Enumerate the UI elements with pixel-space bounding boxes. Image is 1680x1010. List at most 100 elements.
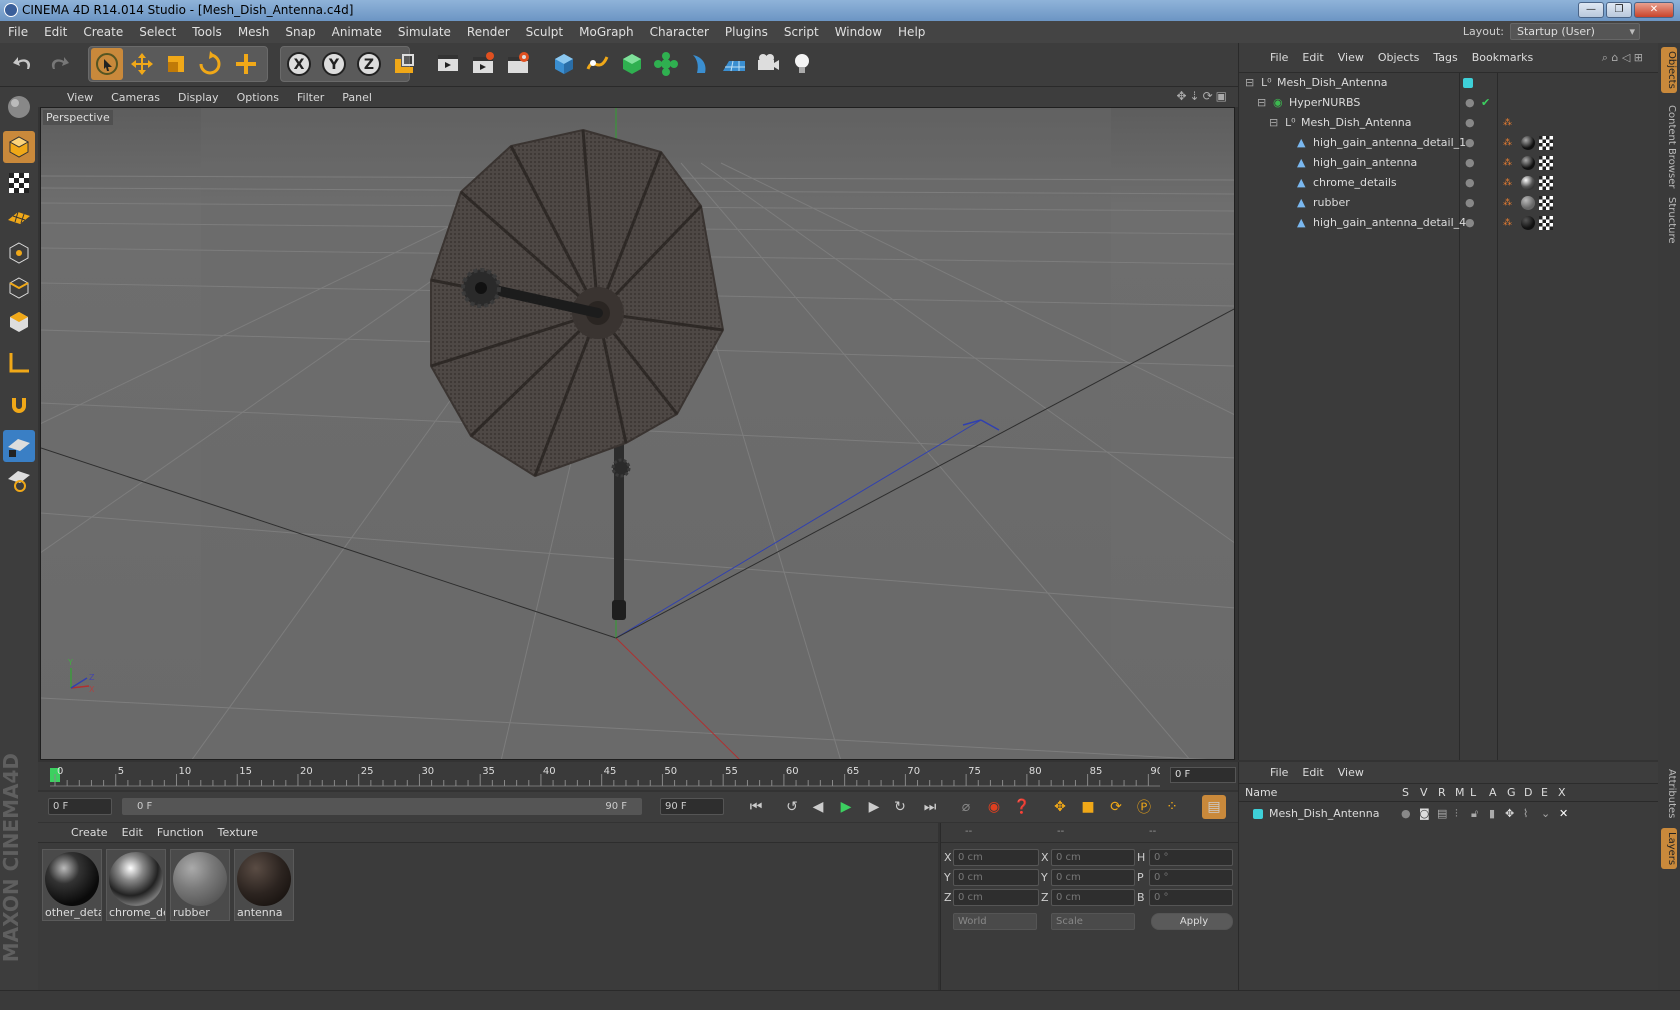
coordinate-system-icon[interactable] xyxy=(388,48,420,80)
y-axis-lock-button[interactable]: Y xyxy=(318,48,350,80)
polygons-mode-icon[interactable] xyxy=(3,306,35,338)
position-y-field[interactable]: 0 cm xyxy=(953,869,1039,886)
next-frame-icon[interactable]: ▶ xyxy=(862,795,886,819)
tab-structure[interactable]: Structure xyxy=(1661,193,1677,248)
menu-snap[interactable]: Snap xyxy=(277,25,323,39)
light-icon[interactable] xyxy=(786,48,818,80)
key-scale-icon[interactable]: ■ xyxy=(1076,795,1100,819)
visibility-dot-icon[interactable]: ● xyxy=(1465,133,1475,153)
phong-tag-icon[interactable]: ⁂ xyxy=(1503,213,1512,233)
object-menu-file[interactable]: File xyxy=(1263,51,1295,64)
close-button[interactable]: ✕ xyxy=(1634,2,1674,18)
go-to-end-icon[interactable]: ⏭ xyxy=(918,795,942,819)
render-picture-viewer-icon[interactable] xyxy=(467,48,499,80)
menu-help[interactable]: Help xyxy=(890,25,933,39)
floor-icon[interactable] xyxy=(718,48,750,80)
phong-tag-icon[interactable]: ⁂ xyxy=(1503,133,1512,153)
layout-dropdown[interactable]: Startup (User) xyxy=(1510,23,1640,40)
layer-solo-icon[interactable]: ● xyxy=(1401,804,1411,824)
object-row[interactable]: ▲ high_gain_antenna_detail_4 ● ⁂ xyxy=(1239,213,1659,233)
layer-color-swatch[interactable] xyxy=(1253,809,1263,819)
material-swatch[interactable]: rubber xyxy=(170,849,230,921)
phong-tag-icon[interactable]: ⁂ xyxy=(1503,193,1512,213)
live-selection-icon[interactable] xyxy=(91,48,123,80)
tab-objects[interactable]: Objects xyxy=(1661,47,1677,93)
layer-generator-icon[interactable]: ✥ xyxy=(1505,804,1514,824)
position-x-field[interactable]: 0 cm xyxy=(953,849,1039,866)
layer-xref-icon[interactable]: ✕ xyxy=(1559,804,1568,824)
visibility-dot-icon[interactable]: ● xyxy=(1465,213,1475,233)
menu-mograph[interactable]: MoGraph xyxy=(571,25,642,39)
phong-tag-icon[interactable]: ⁂ xyxy=(1503,173,1512,193)
viewport-menu-display[interactable]: Display xyxy=(169,91,228,104)
rotation-p-field[interactable]: 0 ° xyxy=(1149,869,1233,886)
model-mode-icon[interactable] xyxy=(3,131,35,163)
snapping-magnet-icon[interactable] xyxy=(3,389,35,421)
object-menu-tags[interactable]: Tags xyxy=(1426,51,1464,64)
render-settings-icon[interactable] xyxy=(502,48,534,80)
menu-tools[interactable]: Tools xyxy=(184,25,230,39)
layer-deformer-icon[interactable]: ⌇ xyxy=(1523,804,1528,824)
layer-col-locked[interactable]: L xyxy=(1470,786,1476,799)
viewport-menu-cameras[interactable]: Cameras xyxy=(102,91,169,104)
texture-tag-icon[interactable] xyxy=(1539,196,1553,210)
play-icon[interactable]: ▶ xyxy=(834,795,858,819)
scale-tool-icon[interactable] xyxy=(160,48,192,80)
previous-key-icon[interactable]: ↺ xyxy=(780,795,804,819)
keyframe-selection-icon[interactable]: ❓ xyxy=(1010,795,1034,819)
tab-attributes[interactable]: Attributes xyxy=(1661,765,1677,822)
tab-content-browser[interactable]: Content Browser xyxy=(1661,101,1677,192)
layer-lock-icon[interactable]: 🔓︎ xyxy=(1471,804,1478,824)
object-manager-search-icon[interactable]: ⌕ ⌂ ◁ ⊞ xyxy=(1595,51,1650,65)
move-tool-icon[interactable] xyxy=(126,48,158,80)
layer-col-solo[interactable]: S xyxy=(1402,786,1409,799)
layer-row[interactable]: Mesh_Dish_Antenna ● ◙ ▤ ⫶ 🔓︎ ▮ ✥ ⌇ ⌄ ✕ xyxy=(1239,804,1659,824)
transform-tool-icon[interactable] xyxy=(230,48,262,80)
scale-mode-dropdown[interactable]: Scale xyxy=(1051,913,1135,930)
rotate-tool-icon[interactable] xyxy=(194,48,226,80)
material-swatch[interactable]: chrome_de xyxy=(106,849,166,921)
end-frame-field[interactable]: 90 F xyxy=(660,798,724,815)
size-y-field[interactable]: 0 cm xyxy=(1051,869,1135,886)
autokeying-icon[interactable]: ◉ xyxy=(982,795,1006,819)
layer-menu-view[interactable]: View xyxy=(1331,766,1371,779)
collapse-icon[interactable]: ⊟ xyxy=(1257,93,1266,113)
object-row[interactable]: ⊟ L⁰ Mesh_Dish_Antenna xyxy=(1239,73,1659,93)
viewport-menu-filter[interactable]: Filter xyxy=(288,91,333,104)
locked-workplane-icon[interactable] xyxy=(3,430,35,462)
phong-tag-icon[interactable]: ⁂ xyxy=(1503,113,1512,133)
go-to-start-icon[interactable]: ⏮ xyxy=(744,795,768,819)
object-row[interactable]: ⊟ L⁰ Mesh_Dish_Antenna ● ⁂ xyxy=(1239,113,1659,133)
menu-window[interactable]: Window xyxy=(827,25,890,39)
texture-mode-icon[interactable] xyxy=(3,167,35,199)
object-row[interactable]: ▲ chrome_details ● ⁂ xyxy=(1239,173,1659,193)
coordinate-mode-dropdown[interactable]: World xyxy=(953,913,1037,930)
size-x-field[interactable]: 0 cm xyxy=(1051,849,1135,866)
layer-col-manager[interactable]: M xyxy=(1455,786,1465,799)
menu-sculpt[interactable]: Sculpt xyxy=(518,25,571,39)
frame-range-slider[interactable]: 0 F 90 F xyxy=(122,798,642,815)
menu-plugins[interactable]: Plugins xyxy=(717,25,776,39)
menu-simulate[interactable]: Simulate xyxy=(390,25,459,39)
axis-mode-icon[interactable] xyxy=(3,347,35,379)
minimize-button[interactable]: — xyxy=(1578,2,1604,18)
viewport-navigation-icons[interactable]: ✥⇣⟳▣ xyxy=(1176,89,1230,103)
visibility-dot-icon[interactable]: ● xyxy=(1465,93,1475,113)
layer-col-view[interactable]: V xyxy=(1420,786,1428,799)
object-row[interactable]: ▲ rubber ● ⁂ xyxy=(1239,193,1659,213)
texture-tag-icon[interactable] xyxy=(1539,176,1553,190)
layer-col-render[interactable]: R xyxy=(1438,786,1446,799)
viewport-menu-options[interactable]: Options xyxy=(228,91,288,104)
visibility-dot-icon[interactable]: ● xyxy=(1465,173,1475,193)
texture-tag-icon[interactable] xyxy=(1539,156,1553,170)
menu-render[interactable]: Render xyxy=(459,25,518,39)
position-z-field[interactable]: 0 cm xyxy=(953,889,1039,906)
phong-tag-icon[interactable]: ⁂ xyxy=(1503,153,1512,173)
subdivision-surface-icon[interactable] xyxy=(616,48,648,80)
cube-primitive-icon[interactable] xyxy=(548,48,580,80)
key-parameter-icon[interactable]: Ⓟ xyxy=(1132,795,1156,819)
layer-animation-icon[interactable]: ▮ xyxy=(1489,804,1495,824)
rotation-b-field[interactable]: 0 ° xyxy=(1149,889,1233,906)
redo-icon[interactable] xyxy=(42,48,74,80)
layer-col-animation[interactable]: A xyxy=(1489,786,1497,799)
